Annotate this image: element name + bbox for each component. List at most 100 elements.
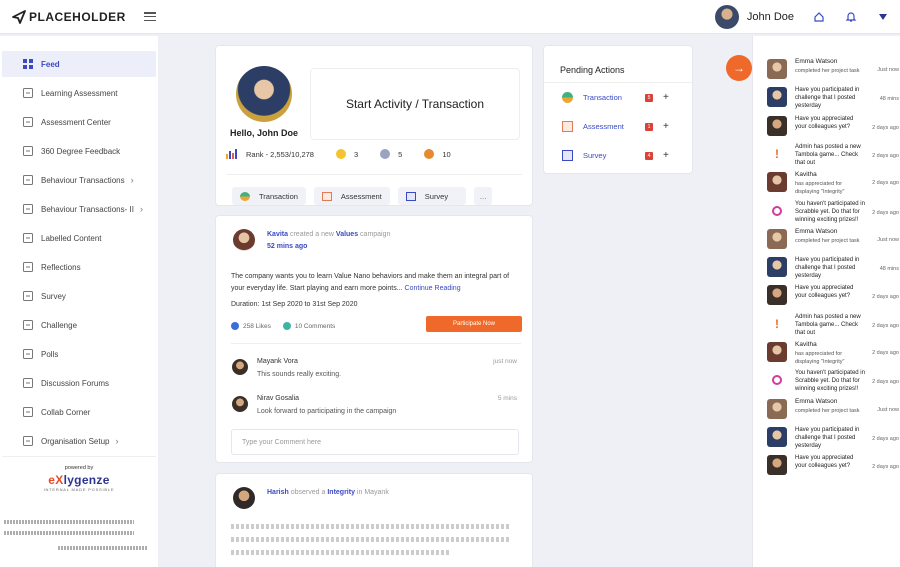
notification-item[interactable]: Emma Watson completed her project task Jus…	[753, 58, 900, 86]
post-target[interactable]: Values	[336, 231, 358, 238]
notification-avatar	[767, 398, 787, 419]
sidebar-item-challenge[interactable]: Challenge	[2, 312, 156, 338]
notification-item[interactable]: ! Admin has posted a new Tambola game... …	[753, 313, 900, 341]
pending-count-badge: 1	[645, 122, 653, 131]
post-target[interactable]: Integrity	[327, 489, 355, 496]
blurred-text-line	[231, 537, 511, 542]
greeting: Hello, John Doe	[230, 128, 299, 138]
quick-assessment-button[interactable]: Assessment	[313, 187, 390, 205]
post-author[interactable]: Harish	[267, 489, 289, 496]
participate-now-button[interactable]: Participate Now	[426, 316, 522, 332]
sidebar-footnote-line	[4, 531, 134, 535]
notification-avatar	[767, 115, 787, 136]
notification-avatar	[767, 285, 787, 306]
bell-icon[interactable]	[844, 10, 858, 24]
notification-item[interactable]: Have you appreciated your colleagues yet…	[753, 284, 900, 312]
assessment-icon	[321, 191, 332, 201]
sidebar-item-organisation-setup[interactable]: Organisation Setup ›	[2, 428, 156, 454]
add-icon[interactable]: +	[663, 92, 669, 103]
notification-time: Just now	[877, 406, 899, 413]
notification-item[interactable]: Emma Watson completed her project task Jus…	[753, 228, 900, 256]
notification-item[interactable]: You haven't participated in Scrabble yet…	[753, 200, 900, 228]
dropdown-caret-icon[interactable]	[876, 10, 890, 24]
post-author-avatar[interactable]	[233, 229, 255, 251]
notification-item[interactable]: Have you appreciated your colleagues yet…	[753, 454, 900, 482]
notification-item[interactable]: Have you participated in challenge that …	[753, 86, 900, 114]
home-icon[interactable]	[812, 10, 826, 24]
pending-row-transaction[interactable]: Transaction 5 +	[562, 92, 682, 103]
notification-item[interactable]: Have you participated in challenge that …	[753, 256, 900, 284]
comment-input[interactable]: Type your Comment here	[231, 429, 519, 455]
user-avatar[interactable]	[714, 5, 739, 29]
pending-row-survey[interactable]: Survey 4 +	[562, 150, 682, 161]
notification-time: 2 days ago	[872, 379, 899, 386]
continue-reading-link[interactable]: Continue Reading	[405, 285, 461, 292]
chevron-right-icon: ›	[130, 175, 134, 185]
sidebar-item-behaviour-transactions[interactable]: Behaviour Transactions ›	[2, 167, 156, 193]
like-icon[interactable]	[231, 322, 239, 330]
post-suffix: campaign	[360, 231, 391, 238]
sidebar-item-label: Assessment Center	[41, 117, 111, 127]
notification-time: 2 days ago	[872, 464, 899, 471]
notification-avatar	[767, 87, 787, 108]
notification-time: 2 days ago	[872, 124, 899, 131]
engagement-row: 258 Likes 10 Comments	[231, 322, 335, 330]
start-activity-button[interactable]: Start Activity / Transaction	[310, 68, 520, 140]
comment-icon[interactable]	[282, 322, 291, 330]
post-body: The company wants you to learn Value Nan…	[231, 271, 521, 295]
notification-title: Emma Watson	[795, 58, 838, 65]
notification-item[interactable]: Have you participated in challenge that …	[753, 426, 900, 454]
quick-survey-button[interactable]: Survey	[397, 187, 467, 205]
post-author[interactable]: Kavita	[267, 231, 288, 238]
expand-panel-button[interactable]: →	[726, 55, 752, 81]
commenter-name[interactable]: Mayank Vora	[257, 358, 298, 365]
silver-medal-icon	[380, 149, 391, 159]
sidebar-footnote-line	[58, 546, 148, 550]
sidebar-item-reflections[interactable]: Reflections	[2, 254, 156, 280]
sidebar-item-assessment-center[interactable]: Assessment Center	[2, 109, 156, 135]
sidebar-item-labelled-content[interactable]: Labelled Content	[2, 225, 156, 251]
commenter-avatar[interactable]	[232, 359, 248, 375]
powered-by-label: powered by	[64, 465, 94, 471]
sidebar-item-feed[interactable]: Feed	[2, 51, 156, 77]
notification-text: Have you participated in challenge that …	[795, 257, 860, 280]
brand-logo[interactable]: eXlygenze	[2, 473, 156, 487]
commenter-avatar[interactable]	[232, 396, 248, 412]
pending-row-assessment[interactable]: Assessment 1 +	[562, 121, 682, 132]
comments-count[interactable]: 10 Comments	[295, 323, 335, 330]
notification-item[interactable]: You haven't participated in Scrabble yet…	[753, 369, 900, 397]
notification-text: Have you appreciated your colleagues yet…	[795, 285, 854, 300]
sidebar-item-learning-assessment[interactable]: Learning Assessment	[2, 80, 156, 106]
brand-logo-rest: lygenze	[63, 473, 110, 487]
logo[interactable]: PLACEHOLDER	[12, 10, 126, 24]
profile-avatar[interactable]	[236, 66, 292, 122]
notification-time: 2 days ago	[872, 322, 899, 329]
sidebar-item-collab-corner[interactable]: Collab Corner	[2, 399, 156, 425]
sidebar-item-360-degree-feedback[interactable]: 360 Degree Feedback	[2, 138, 156, 164]
sidebar-item-survey[interactable]: Survey	[2, 283, 156, 309]
pending-count-badge: 4	[645, 151, 653, 160]
menu-toggle-icon[interactable]	[143, 12, 156, 21]
commenter-name[interactable]: Nirav Gosalia	[257, 395, 299, 402]
sidebar-item-polls[interactable]: Polls	[2, 341, 156, 367]
ring-icon	[767, 201, 787, 221]
notification-item[interactable]: Emma Watson completed her project task Jus…	[753, 398, 900, 426]
quick-transaction-button[interactable]: Transaction	[232, 187, 306, 205]
sidebar-item-discussion-forums[interactable]: Discussion Forums	[2, 370, 156, 396]
add-icon[interactable]: +	[663, 150, 669, 161]
more-options-button[interactable]: ...	[474, 187, 493, 205]
notification-time: 2 days ago	[872, 180, 899, 187]
likes-count[interactable]: 258 Likes	[243, 323, 271, 330]
post-author-avatar[interactable]	[233, 487, 255, 509]
powered-by-block: powered by eXlygenze INTERNAL MADE POSSIBL…	[2, 456, 156, 512]
add-icon[interactable]: +	[663, 121, 669, 132]
notification-item[interactable]: Kavitha has appreciated for displaying "I…	[753, 341, 900, 369]
notification-item[interactable]: Kavitha has appreciated for displaying "I…	[753, 171, 900, 199]
user-name[interactable]: John Doe	[747, 11, 794, 23]
notification-item[interactable]: ! Admin has posted a new Tambola game... …	[753, 143, 900, 171]
pending-title: Pending Actions	[560, 65, 625, 75]
survey-icon	[22, 290, 34, 302]
notification-item[interactable]: Have you appreciated your colleagues yet…	[753, 115, 900, 143]
alert-icon: !	[775, 316, 779, 331]
sidebar-item-behaviour-transactions-ii[interactable]: Behaviour Transactions- II ›	[2, 196, 156, 222]
